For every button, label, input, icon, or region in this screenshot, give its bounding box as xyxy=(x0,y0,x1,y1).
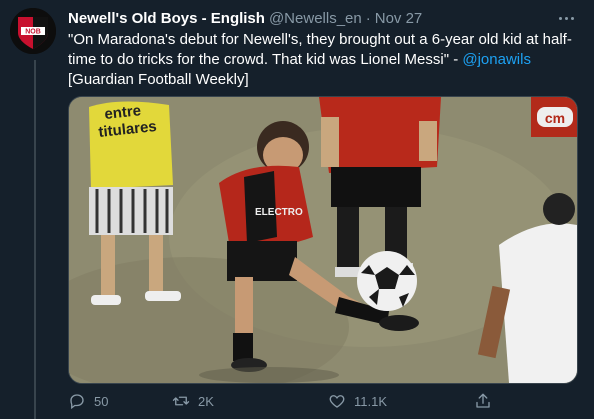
retweet-icon xyxy=(172,396,190,406)
reply-icon xyxy=(70,394,84,410)
tweet-source: [Guardian Football Weekly] xyxy=(68,71,249,88)
svg-text:cm: cm xyxy=(545,110,565,126)
like-button[interactable]: 11.1K xyxy=(328,392,387,410)
more-icon[interactable] xyxy=(556,10,576,26)
avatar[interactable]: NOB xyxy=(10,8,56,54)
newells-badge-logo: NOB xyxy=(10,8,56,54)
share-button[interactable] xyxy=(474,392,492,410)
svg-text:ELECTRO: ELECTRO xyxy=(255,207,303,218)
retweet-button[interactable]: 2K xyxy=(172,392,214,410)
tweet-actions: 50 2K 11.1K xyxy=(68,392,508,414)
heart-icon xyxy=(329,395,345,408)
thread-line xyxy=(34,60,36,419)
tweet-media-image[interactable]: cm entre titulares ELECTRO xyxy=(68,96,578,384)
reply-count: 50 xyxy=(94,393,109,409)
retweet-count: 2K xyxy=(198,393,214,409)
video-frame: cm entre titulares ELECTRO xyxy=(69,97,577,383)
separator-dot: · xyxy=(365,9,371,27)
author-name[interactable]: Newell's Old Boys - English xyxy=(68,10,265,27)
mention-link[interactable]: @jonawils xyxy=(462,51,531,68)
tweet-date[interactable]: Nov 27 xyxy=(375,10,423,27)
tweet-text: "On Maradona's debut for Newell's, they … xyxy=(68,30,578,90)
author-handle[interactable]: @Newells_en xyxy=(269,10,362,27)
like-count: 11.1K xyxy=(354,393,388,409)
svg-text:NOB: NOB xyxy=(25,29,41,36)
reply-button[interactable]: 50 xyxy=(68,392,108,410)
tweet-header: Newell's Old Boys - English @Newells_en … xyxy=(68,8,574,28)
share-icon xyxy=(476,393,490,408)
